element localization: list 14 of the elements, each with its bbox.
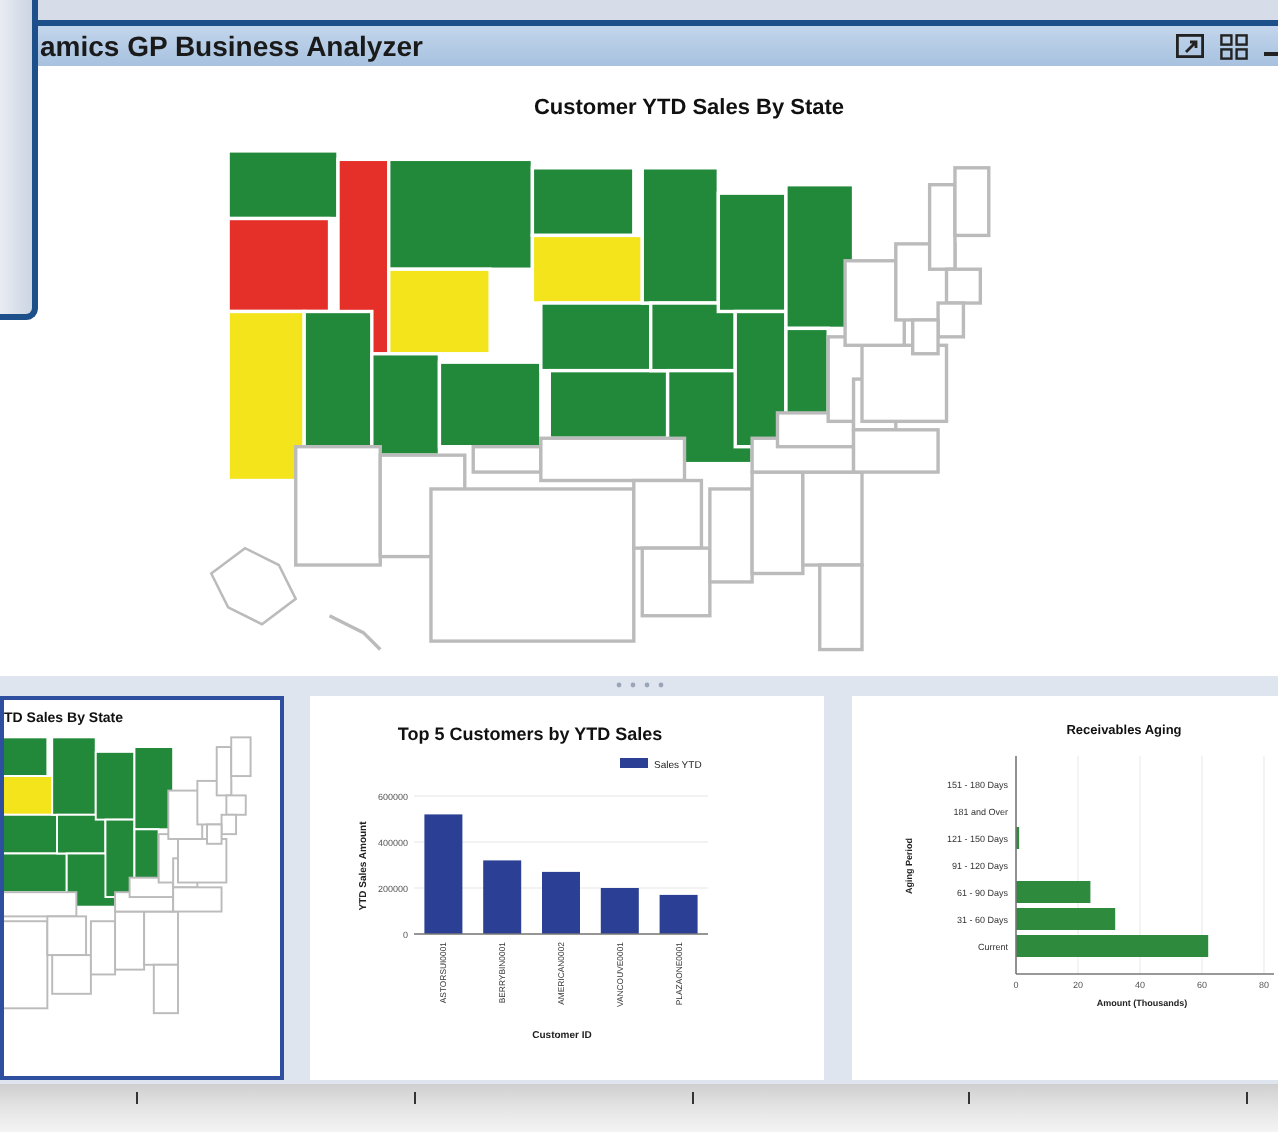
splitter-handle[interactable] [615,681,663,687]
window-title: amics GP Business Analyzer [40,27,423,66]
bar [659,894,698,934]
bar [1016,881,1091,903]
bar [600,888,639,934]
bar [483,860,522,934]
bar [1016,908,1116,930]
popout-icon[interactable] [1176,34,1204,58]
chart-title: Top 5 Customers by YTD Sales [397,724,663,744]
bar [424,814,463,934]
legend-swatch [620,758,648,768]
grid-icon[interactable] [1220,33,1248,59]
bar [542,871,580,934]
chart-title: Customer YTD Sales By State [533,96,845,120]
